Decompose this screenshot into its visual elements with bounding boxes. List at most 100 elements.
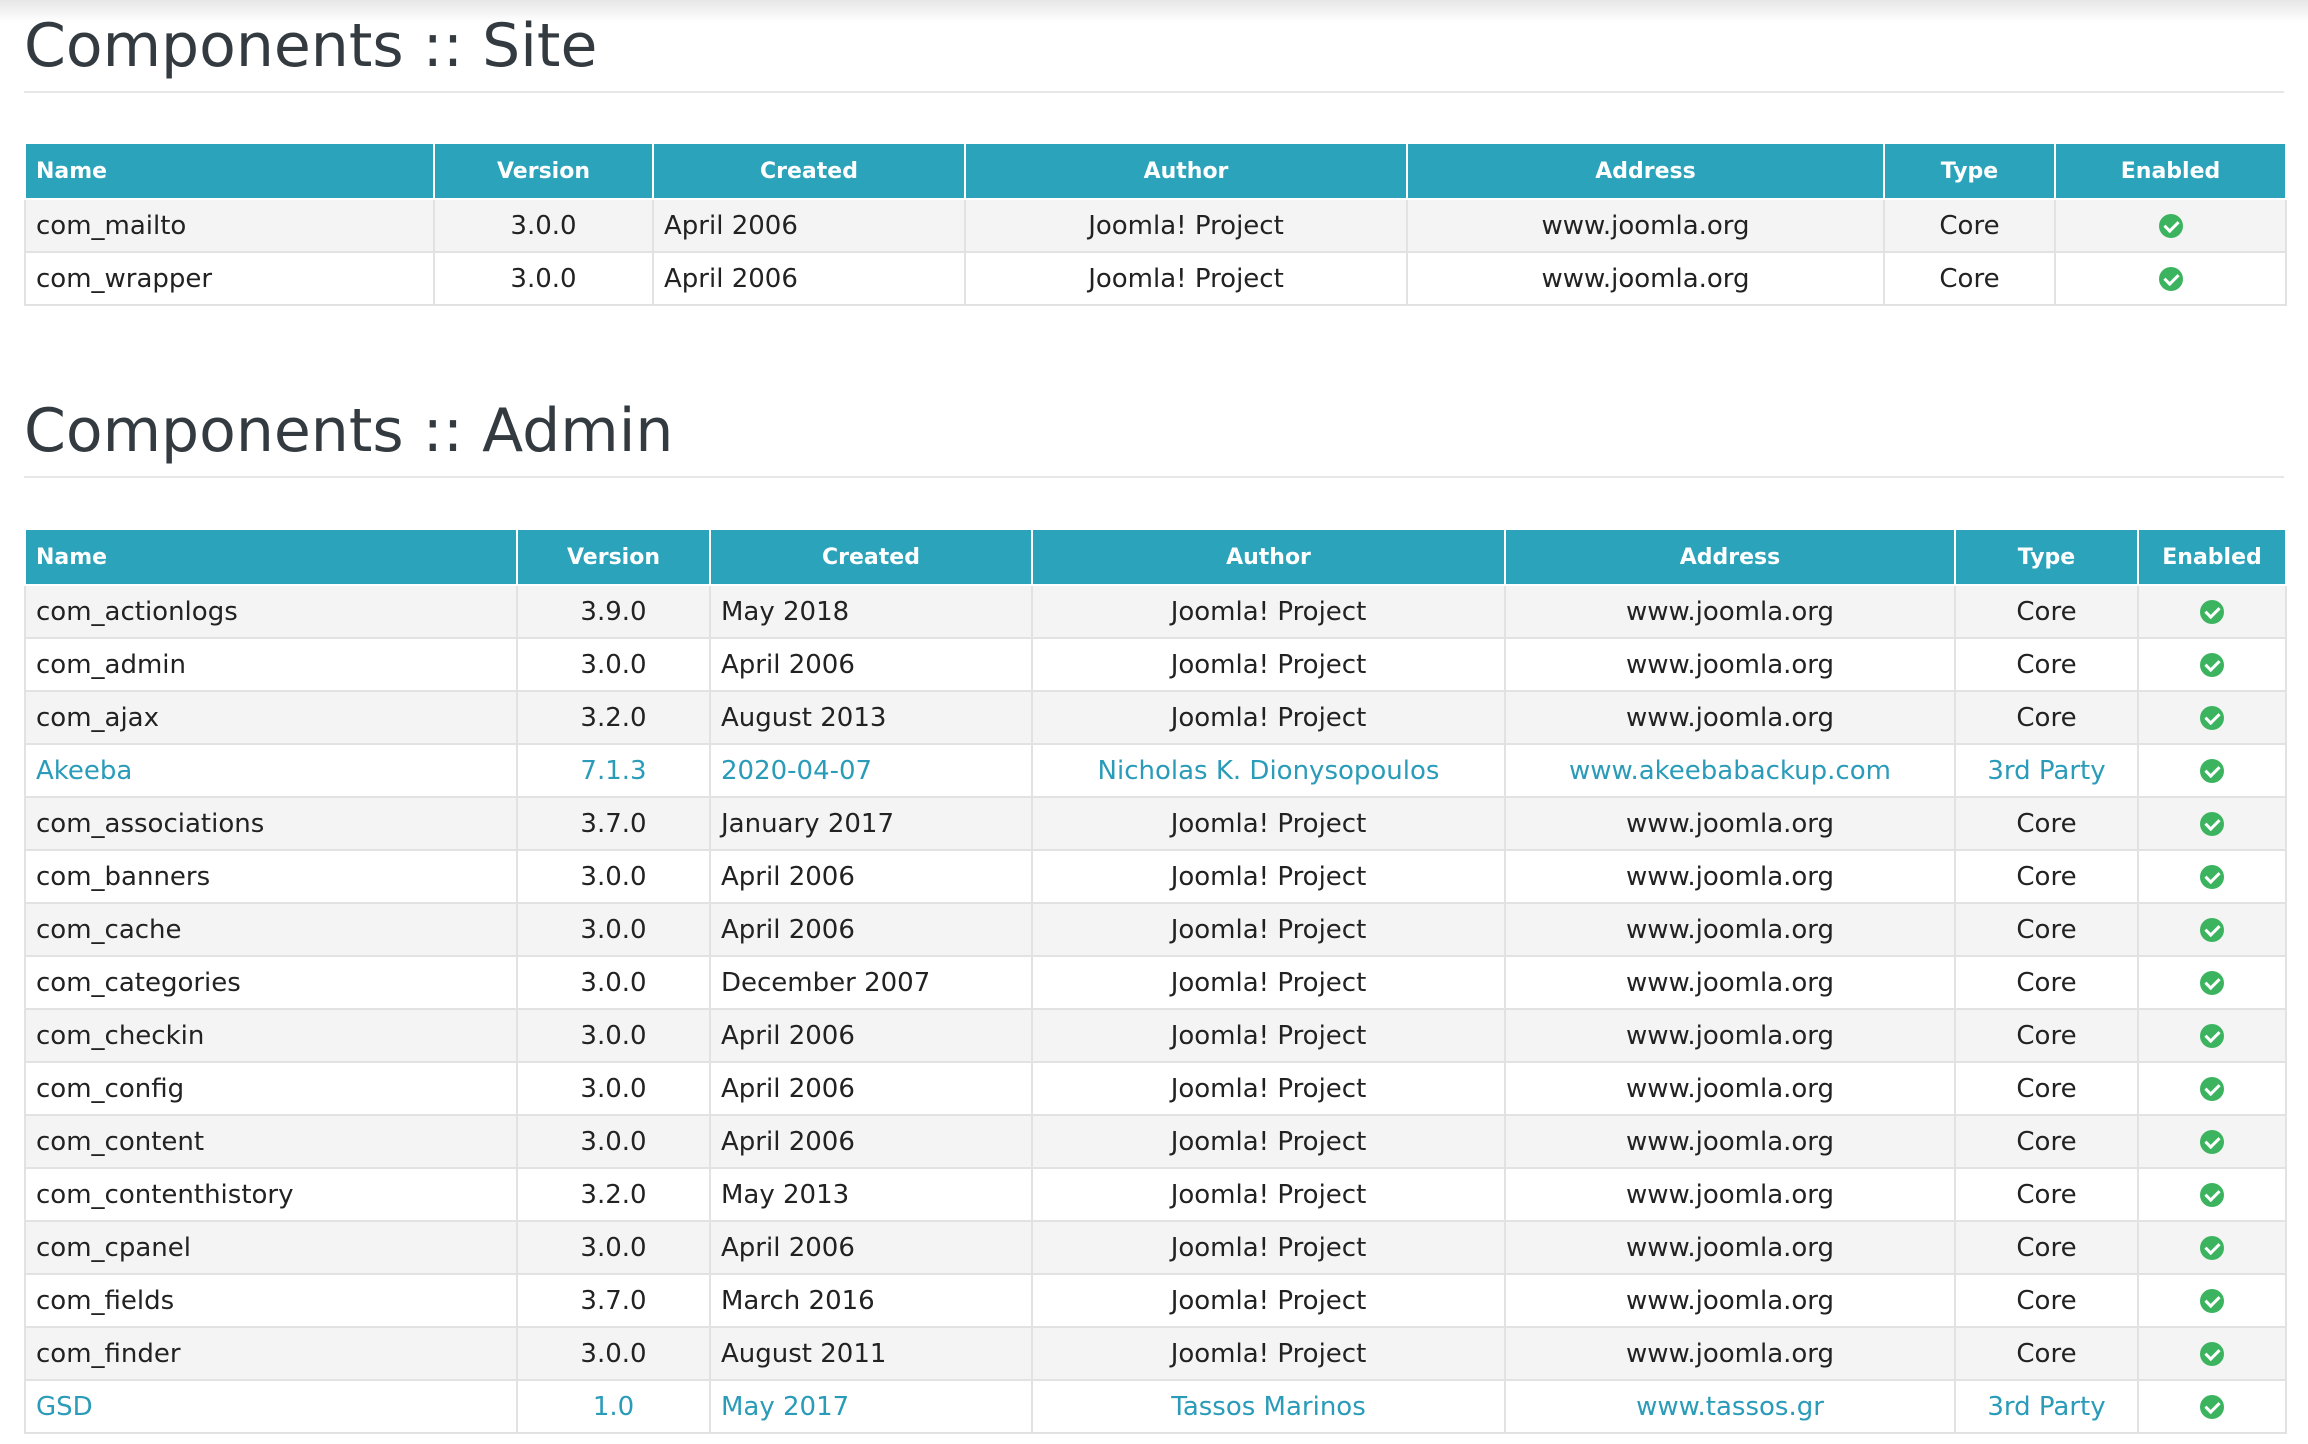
cell-type: Core <box>1954 690 2139 745</box>
check-circle-icon <box>2200 1342 2224 1366</box>
admin-title-divider <box>24 476 2284 478</box>
column-header-enabled[interactable]: Enabled <box>2054 142 2287 200</box>
cell-name: GSD <box>24 1379 518 1434</box>
column-header-author[interactable]: Author <box>1031 528 1506 586</box>
cell-type: Core <box>1883 198 2056 253</box>
cell-author: Joomla! Project <box>1031 955 1506 1010</box>
cell-version: 3.0.0 <box>516 849 711 904</box>
cell-author: Tassos Marinos <box>1031 1379 1506 1434</box>
cell-version: 3.0.0 <box>433 251 654 306</box>
table-row: com_contenthistory 3.2.0 May 2013 Joomla! P… <box>24 1167 2287 1222</box>
cell-name: com_config <box>24 1061 518 1116</box>
cell-created: April 2006 <box>709 1220 1033 1275</box>
cell-created: April 2006 <box>709 902 1033 957</box>
cell-created: May 2018 <box>709 584 1033 639</box>
column-header-address[interactable]: Address <box>1406 142 1885 200</box>
cell-version: 3.7.0 <box>516 796 711 851</box>
table-row: com_cache 3.0.0 April 2006 Joomla! Project w… <box>24 902 2287 957</box>
cell-created: April 2006 <box>709 1061 1033 1116</box>
cell-enabled <box>2137 637 2287 692</box>
cell-name: com_admin <box>24 637 518 692</box>
cell-author: Joomla! Project <box>1031 1008 1506 1063</box>
admin-components-table: Name Version Created Author Address Type… <box>24 528 2287 1434</box>
site-section-title: Components :: Site <box>24 11 598 81</box>
check-circle-icon <box>2200 1130 2224 1154</box>
column-header-version[interactable]: Version <box>516 528 711 586</box>
cell-author: Joomla! Project <box>1031 1220 1506 1275</box>
cell-created: August 2011 <box>709 1326 1033 1381</box>
check-circle-icon <box>2158 214 2183 238</box>
cell-author: Joomla! Project <box>1031 584 1506 639</box>
cell-version: 3.2.0 <box>516 690 711 745</box>
cell-version: 3.0.0 <box>516 902 711 957</box>
cell-author: Joomla! Project <box>1031 1326 1506 1381</box>
column-header-version[interactable]: Version <box>433 142 654 200</box>
cell-created: April 2006 <box>709 849 1033 904</box>
check-circle-icon <box>2200 653 2224 677</box>
cell-type: Core <box>1883 251 2056 306</box>
column-header-enabled[interactable]: Enabled <box>2137 528 2287 586</box>
cell-version: 3.9.0 <box>516 584 711 639</box>
column-header-address[interactable]: Address <box>1504 528 1956 586</box>
cell-version: 1.0 <box>516 1379 711 1434</box>
cell-address: www.tassos.gr <box>1504 1379 1956 1434</box>
table-row: GSD 1.0 May 2017 Tassos Marinos www.tassos.g… <box>24 1379 2287 1434</box>
table-row: com_cpanel 3.0.0 April 2006 Joomla! Project… <box>24 1220 2287 1275</box>
cell-author: Joomla! Project <box>1031 1167 1506 1222</box>
cell-author: Joomla! Project <box>1031 849 1506 904</box>
cell-version: 3.0.0 <box>433 198 654 253</box>
cell-type: Core <box>1954 584 2139 639</box>
cell-version: 3.7.0 <box>516 1273 711 1328</box>
cell-address: www.joomla.org <box>1406 198 1885 253</box>
column-header-created[interactable]: Created <box>709 528 1033 586</box>
cell-address: www.joomla.org <box>1504 1061 1956 1116</box>
column-header-author[interactable]: Author <box>964 142 1408 200</box>
site-title-divider <box>24 91 2284 93</box>
column-header-type[interactable]: Type <box>1883 142 2056 200</box>
cell-type: Core <box>1954 1008 2139 1063</box>
table-row: com_categories 3.0.0 December 2007 Joomla! … <box>24 955 2287 1010</box>
cell-created: May 2013 <box>709 1167 1033 1222</box>
cell-address: www.joomla.org <box>1504 584 1956 639</box>
cell-created: March 2016 <box>709 1273 1033 1328</box>
cell-created: December 2007 <box>709 955 1033 1010</box>
cell-created: May 2017 <box>709 1379 1033 1434</box>
column-header-type[interactable]: Type <box>1954 528 2139 586</box>
cell-created: April 2006 <box>652 251 966 306</box>
site-components-table: Name Version Created Author Address Type… <box>24 142 2287 306</box>
cell-name: com_banners <box>24 849 518 904</box>
cell-name: com_ajax <box>24 690 518 745</box>
check-circle-icon <box>2200 759 2224 783</box>
cell-enabled <box>2137 849 2287 904</box>
cell-version: 3.0.0 <box>516 637 711 692</box>
cell-enabled <box>2137 1114 2287 1169</box>
check-circle-icon <box>2200 1395 2224 1419</box>
cell-author: Joomla! Project <box>1031 637 1506 692</box>
cell-name: com_checkin <box>24 1008 518 1063</box>
cell-created: April 2006 <box>709 637 1033 692</box>
column-header-created[interactable]: Created <box>652 142 966 200</box>
cell-author: Joomla! Project <box>1031 690 1506 745</box>
check-circle-icon <box>2200 1183 2224 1207</box>
cell-version: 3.0.0 <box>516 1061 711 1116</box>
cell-created: April 2006 <box>652 198 966 253</box>
cell-enabled <box>2137 1008 2287 1063</box>
check-circle-icon <box>2200 1236 2224 1260</box>
table-row: com_admin 3.0.0 April 2006 Joomla! Project w… <box>24 637 2287 692</box>
cell-version: 3.0.0 <box>516 955 711 1010</box>
admin-section-title: Components :: Admin <box>24 396 674 466</box>
cell-created: 2020-04-07 <box>709 743 1033 798</box>
cell-name: com_cache <box>24 902 518 957</box>
cell-type: Core <box>1954 1273 2139 1328</box>
table-row: com_fields 3.7.0 March 2016 Joomla! Project… <box>24 1273 2287 1328</box>
cell-name: com_contenthistory <box>24 1167 518 1222</box>
cell-enabled <box>2137 1061 2287 1116</box>
table-row: com_mailto 3.0.0 April 2006 Joomla! Project… <box>24 198 2287 253</box>
table-row: com_actionlogs 3.9.0 May 2018 Joomla! Proje… <box>24 584 2287 639</box>
check-circle-icon <box>2200 706 2224 730</box>
column-header-name[interactable]: Name <box>24 528 518 586</box>
table-row: com_content 3.0.0 April 2006 Joomla! Projec… <box>24 1114 2287 1169</box>
column-header-name[interactable]: Name <box>24 142 435 200</box>
cell-type: Core <box>1954 902 2139 957</box>
cell-version: 3.0.0 <box>516 1008 711 1063</box>
